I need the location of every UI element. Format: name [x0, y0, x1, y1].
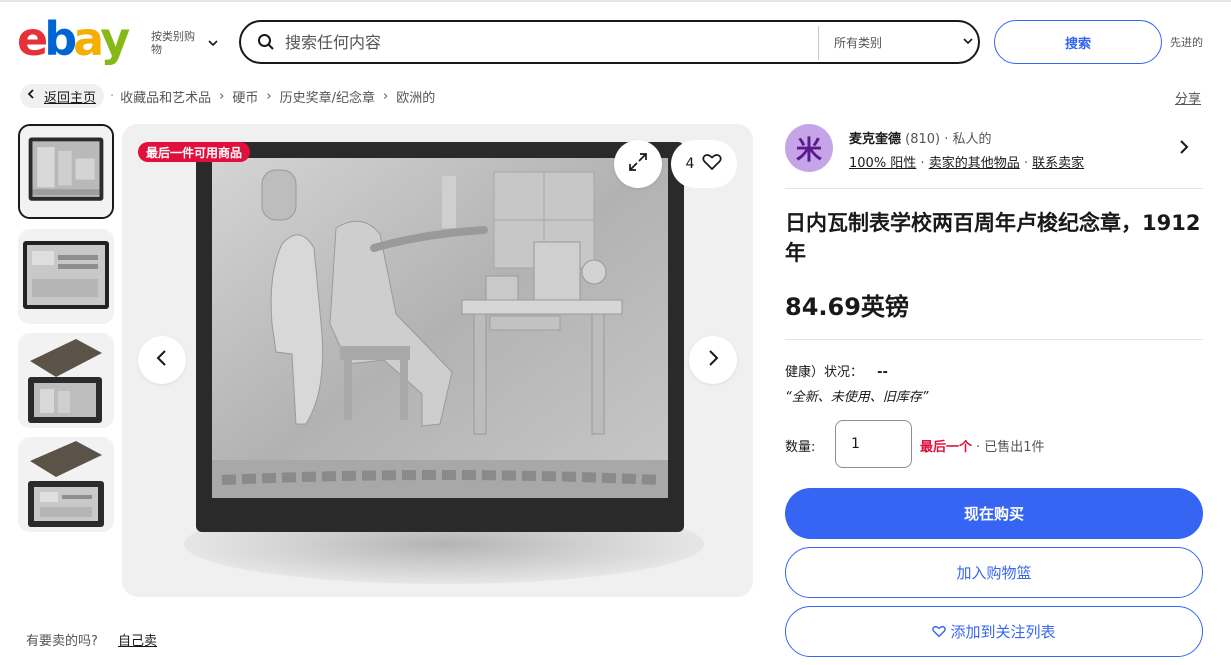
- heart-icon: [702, 153, 723, 175]
- link-separator: ·: [1023, 156, 1033, 171]
- main-product-image[interactable]: [122, 124, 753, 597]
- chevron-right-icon[interactable]: [1178, 138, 1190, 160]
- chevron-left-icon: [26, 88, 36, 104]
- last-item-badge: 最后一件可用商品: [138, 142, 251, 162]
- add-to-cart-button[interactable]: 加入购物篮: [785, 547, 1203, 598]
- seller-avatar[interactable]: 米: [785, 124, 833, 172]
- condition-row: 健康）状况： --: [785, 361, 888, 380]
- shop-by-category-label: 按类别购物: [151, 30, 195, 56]
- seller-positive-feedback-link[interactable]: 100% 阳性: [849, 156, 916, 171]
- buy-now-button[interactable]: 现在购买: [785, 488, 1203, 539]
- previous-image-button[interactable]: [138, 336, 186, 384]
- chevron-right-icon: ›: [266, 88, 272, 104]
- quantity-input[interactable]: [835, 420, 912, 468]
- buy-now-label: 现在购买: [963, 505, 1024, 523]
- logo-letter-a: a: [73, 12, 104, 66]
- thumbnail-plaque-reverse[interactable]: [18, 229, 114, 324]
- logo-letter-b: b: [44, 12, 77, 66]
- thumbnail-boxed-reverse[interactable]: [18, 437, 114, 532]
- chevron-down-icon: [962, 35, 974, 50]
- watch-count: 4: [685, 156, 695, 172]
- chevron-right-icon: ›: [382, 88, 389, 104]
- seller-links: 100% 阳性 · 卖家的其他物品 · 联系卖家: [849, 152, 1084, 171]
- breadcrumb-separator: ·: [110, 88, 115, 104]
- contact-seller-link[interactable]: 联系卖家: [1032, 156, 1084, 171]
- expand-icon: [627, 151, 649, 177]
- next-image-button[interactable]: [689, 336, 737, 384]
- back-to-home-link[interactable]: 返回主页: [20, 84, 105, 108]
- chevron-down-icon: [207, 34, 219, 53]
- condition-label: 健康）状况：: [785, 365, 864, 380]
- chevron-left-icon: [155, 349, 169, 371]
- search-input[interactable]: [285, 32, 805, 52]
- top-border: [0, 0, 1231, 2]
- search-category-label: 所有类别: [834, 35, 883, 50]
- divider: [785, 339, 1203, 340]
- add-to-watchlist-label: 添加到关注列表: [950, 623, 1056, 641]
- thumbnail-boxed-front[interactable]: [18, 333, 114, 428]
- sold-count: · 已售出1件: [976, 440, 1045, 455]
- breadcrumb: 返回主页 · 收藏品和艺术品 › 硬币 › 历史奖章/纪念章 › 欧洲的: [20, 84, 435, 108]
- add-to-watchlist-button[interactable]: 添加到关注列表: [785, 606, 1203, 657]
- breadcrumb-item[interactable]: 硬币: [232, 87, 258, 106]
- sell-question: 有要卖的吗?: [26, 634, 98, 649]
- seller-other-items-link[interactable]: 卖家的其他物品: [929, 156, 1020, 171]
- breadcrumb-item[interactable]: 历史奖章/纪念章: [280, 87, 375, 106]
- thumbnail-plaque-front[interactable]: [18, 124, 114, 219]
- breadcrumb-item[interactable]: 欧洲的: [396, 87, 435, 106]
- seller-card: 米 麦克奎德 (810) · 私人的 100% 阳性 · 卖家的其他物品 · 联…: [785, 124, 1203, 188]
- search-category-select[interactable]: 所有类别: [834, 22, 974, 62]
- add-to-cart-label: 加入购物篮: [956, 564, 1032, 582]
- heart-icon: [932, 625, 947, 638]
- seller-info: 麦克奎德 (810) · 私人的: [849, 128, 992, 147]
- sell-one-link[interactable]: 自己卖: [118, 630, 157, 649]
- shop-by-category-button[interactable]: 按类别购物: [151, 28, 219, 58]
- link-separator: ·: [920, 156, 929, 171]
- divider: [785, 188, 1203, 189]
- back-to-home-label: 返回主页: [44, 90, 97, 106]
- advanced-search-link[interactable]: 先进的: [1170, 34, 1203, 50]
- seller-type: · 私人的: [944, 132, 992, 147]
- breadcrumb-item[interactable]: 收藏品和艺术品: [120, 87, 211, 106]
- plaque-image: [184, 142, 704, 584]
- watch-count-button[interactable]: 4: [671, 140, 737, 188]
- ebay-logo[interactable]: e b a y: [17, 12, 130, 66]
- condition-value: --: [877, 365, 888, 380]
- logo-letter-y: y: [100, 12, 130, 66]
- search-button[interactable]: 搜索: [994, 20, 1162, 64]
- seller-name[interactable]: 麦克奎德: [849, 132, 901, 147]
- logo-letter-e: e: [17, 12, 48, 66]
- item-price: 84.69英镑: [785, 293, 909, 321]
- condition-note: “全新、未使用、旧库存”: [785, 390, 929, 405]
- quantity-label: 数量:: [785, 440, 816, 455]
- search-bar: 所有类别: [239, 20, 980, 64]
- expand-image-button[interactable]: [614, 140, 662, 188]
- chevron-right-icon: ›: [219, 88, 225, 104]
- seller-rating: (810): [905, 132, 941, 147]
- last-one-label: 最后一个: [920, 440, 973, 455]
- chevron-right-icon: [706, 349, 720, 371]
- search-divider: [818, 26, 819, 60]
- item-title: 日内瓦制表学校两百周年卢梭纪念章，1912年: [785, 211, 1201, 265]
- search-icon: [257, 33, 275, 51]
- share-link[interactable]: 分享: [1175, 88, 1201, 107]
